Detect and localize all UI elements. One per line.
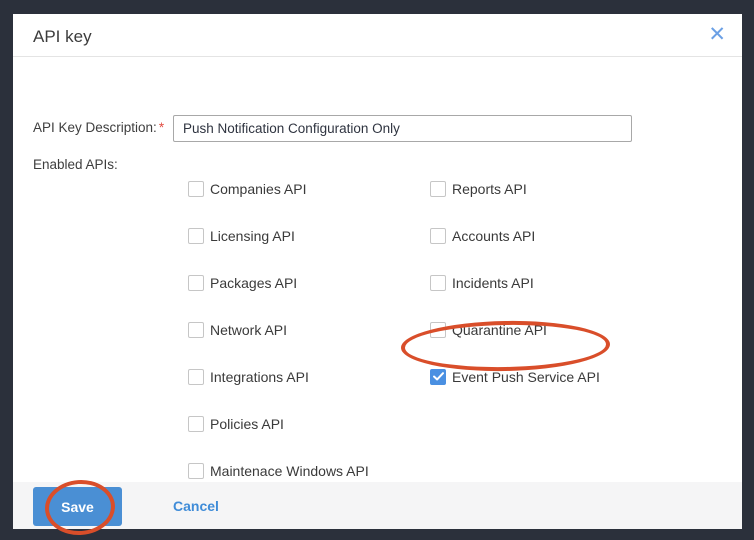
checkbox-label: Licensing API [210, 228, 295, 244]
modal-body: API Key Description:* Enabled APIs: Comp… [13, 58, 742, 482]
modal-footer: Save Cancel [13, 482, 742, 529]
required-marker: * [159, 120, 164, 135]
checkbox-label: Network API [210, 322, 287, 338]
description-label-text: API Key Description: [33, 120, 157, 135]
api-checkbox-column-left: Companies API Licensing API [188, 165, 369, 494]
checkbox[interactable] [188, 181, 204, 197]
checkbox-row[interactable]: Event Push Service API [430, 353, 600, 400]
checkbox[interactable] [430, 228, 446, 244]
checkmark-icon [433, 372, 444, 381]
api-key-description-input[interactable] [173, 115, 632, 142]
checkbox[interactable] [430, 369, 446, 385]
checkbox-row[interactable]: Integrations API [188, 353, 369, 400]
checkbox[interactable] [188, 463, 204, 479]
checkbox-row[interactable]: Accounts API [430, 212, 600, 259]
checkbox-label: Quarantine API [452, 322, 547, 338]
description-label: API Key Description:* [33, 120, 164, 135]
modal-title: API key [33, 27, 92, 47]
checkbox-label: Companies API [210, 181, 307, 197]
checkbox[interactable] [430, 322, 446, 338]
checkbox-label: Accounts API [452, 228, 535, 244]
checkbox-row[interactable]: Packages API [188, 259, 369, 306]
checkbox-row[interactable]: Quarantine API [430, 306, 600, 353]
checkbox[interactable] [430, 181, 446, 197]
checkbox[interactable] [188, 275, 204, 291]
api-checkbox-column-right: Reports API Accounts API [430, 165, 600, 400]
enabled-apis-label: Enabled APIs: [33, 157, 118, 172]
checkbox-row[interactable]: Policies API [188, 400, 369, 447]
checkbox-label: Policies API [210, 416, 284, 432]
checkbox-label: Packages API [210, 275, 297, 291]
checkbox-row[interactable]: Incidents API [430, 259, 600, 306]
checkbox-label: Incidents API [452, 275, 534, 291]
checkbox-label: Maintenace Windows API [210, 463, 369, 479]
cancel-link[interactable]: Cancel [173, 498, 219, 514]
checkbox-row[interactable]: Companies API [188, 165, 369, 212]
checkbox[interactable] [188, 369, 204, 385]
checkbox-row[interactable]: Network API [188, 306, 369, 353]
api-key-modal: API key ✕ API Key Description:* Enabled … [13, 14, 742, 529]
checkbox[interactable] [430, 275, 446, 291]
checkbox-row[interactable]: Licensing API [188, 212, 369, 259]
checkbox-label: Event Push Service API [452, 369, 600, 385]
checkbox-row[interactable]: Reports API [430, 165, 600, 212]
checkbox[interactable] [188, 416, 204, 432]
checkbox[interactable] [188, 322, 204, 338]
checkbox[interactable] [188, 228, 204, 244]
modal-header: API key ✕ [13, 14, 742, 57]
checkbox-label: Integrations API [210, 369, 309, 385]
checkbox-label: Reports API [452, 181, 527, 197]
save-button[interactable]: Save [33, 487, 122, 526]
close-icon[interactable]: ✕ [708, 24, 726, 45]
